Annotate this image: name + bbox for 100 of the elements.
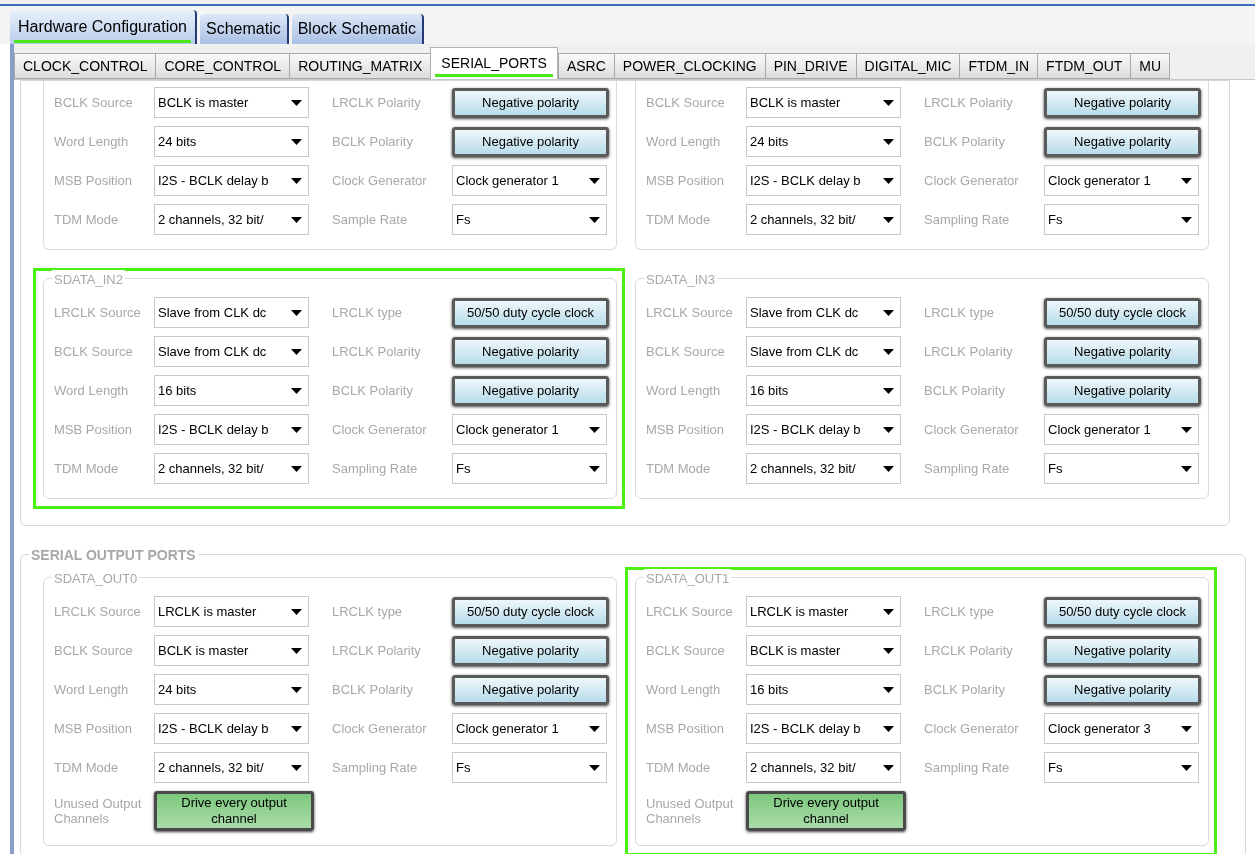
field-label: Clock Generator [924,173,1020,188]
dropdown[interactable]: 16 bits [154,375,309,406]
dropdown[interactable]: Clock generator 1 [452,713,607,744]
tab[interactable]: CLOCK_CONTROL [14,53,157,79]
dropdown[interactable]: Fs [1044,204,1199,235]
drive-button[interactable]: Drive every output channel [746,791,906,831]
dropdown[interactable]: BCLK is master [746,87,901,118]
dropdown[interactable]: Clock generator 1 [1044,165,1199,196]
tab[interactable]: SERIAL_PORTS [430,47,558,79]
toggle-button[interactable]: Negative polarity [452,87,609,118]
toggle-button[interactable]: Negative polarity [452,126,609,157]
dropdown[interactable]: I2S - BCLK delay b [746,414,901,445]
dropdown[interactable]: 2 channels, 32 bit/ [154,752,309,783]
dropdown[interactable]: Clock generator 1 [452,165,607,196]
dropdown[interactable]: I2S - BCLK delay b [746,165,901,196]
caret-icon [589,426,600,433]
dropdown[interactable]: LRCLK is master [154,596,309,627]
tab[interactable]: POWER_CLOCKING [613,53,766,79]
dropdown[interactable]: Fs [1044,752,1199,783]
field-label: Unused Output Channels [646,796,735,826]
field-label: Sampling Rate [924,212,1011,227]
dropdown[interactable]: BCLK is master [746,635,901,666]
dropdown[interactable]: BCLK is master [154,635,309,666]
field-label: BCLK Polarity [332,383,414,398]
toggle-button[interactable]: 50/50 duty cycle clock [452,297,609,328]
toggle-button[interactable]: Negative polarity [1044,635,1201,666]
toggle-button[interactable]: Negative polarity [1044,375,1201,406]
tab[interactable]: ASRC [557,53,615,79]
dropdown[interactable]: I2S - BCLK delay b [154,165,309,196]
field-label: MSB Position [646,721,726,736]
field-label: TDM Mode [646,461,712,476]
dropdown[interactable]: Fs [452,752,607,783]
dropdown[interactable]: Clock generator 3 [1044,713,1199,744]
dropdown[interactable]: 2 channels, 32 bit/ [746,204,901,235]
toggle-button[interactable]: Negative polarity [452,635,609,666]
caret-icon [589,216,600,223]
toggle-button[interactable]: 50/50 duty cycle clock [452,596,609,627]
field-label: BCLK Polarity [332,682,414,697]
dropdown[interactable]: LRCLK is master [746,596,901,627]
field-label: BCLK Source [646,95,726,110]
dropdown[interactable]: I2S - BCLK delay b [746,713,901,744]
dropdown[interactable]: Clock generator 1 [1044,414,1199,445]
dropdown[interactable]: I2S - BCLK delay b [154,713,309,744]
field-label: BCLK Polarity [924,682,1006,697]
toggle-button[interactable]: Negative polarity [1044,674,1201,705]
toggle-button[interactable]: Negative polarity [1044,126,1201,157]
tab[interactable]: ROUTING_MATRIX [289,53,432,79]
toggle-button[interactable]: Negative polarity [452,674,609,705]
dropdown[interactable]: Slave from CLK dc [746,336,901,367]
field-label: BCLK Source [54,95,134,110]
toggle-button[interactable]: Negative polarity [452,375,609,406]
group-title: SDATA_IN2 [52,270,125,290]
field-label: Sampling Rate [332,461,419,476]
dropdown[interactable]: 24 bits [154,674,309,705]
field-label: MSB Position [54,721,134,736]
dropdown[interactable]: BCLK is master [154,87,309,118]
tab[interactable]: Hardware Configuration [10,10,197,44]
toggle-button[interactable]: 50/50 duty cycle clock [1044,297,1201,328]
field-label: LRCLK Source [646,305,734,320]
drive-button[interactable]: Drive every output channel [154,791,314,831]
dropdown[interactable]: Fs [452,204,607,235]
tab[interactable]: Schematic [200,14,289,44]
toggle-button[interactable]: Negative polarity [452,336,609,367]
field-label: LRCLK Source [54,305,142,320]
dropdown[interactable]: 2 channels, 32 bit/ [746,453,901,484]
toggle-button[interactable]: Negative polarity [1044,336,1201,367]
field-label: Clock Generator [332,721,428,736]
field-label: BCLK Polarity [924,134,1006,149]
dropdown[interactable]: 24 bits [154,126,309,157]
dropdown[interactable]: Fs [1044,453,1199,484]
toggle-button[interactable]: 50/50 duty cycle clock [1044,596,1201,627]
dropdown[interactable]: Clock generator 1 [452,414,607,445]
dropdown[interactable]: 16 bits [746,375,901,406]
tab[interactable]: Block Schematic [291,14,424,44]
caret-icon [1181,465,1192,472]
caret-icon [589,725,600,732]
toggle-button[interactable]: Negative polarity [1044,87,1201,118]
field-label: BCLK Source [646,643,726,658]
dropdown[interactable]: I2S - BCLK delay b [154,414,309,445]
dropdown[interactable]: Slave from CLK dc [154,297,309,328]
tab[interactable]: MU [1130,53,1171,79]
caret-icon [291,99,302,106]
dropdown[interactable]: 2 channels, 32 bit/ [154,453,309,484]
tab[interactable]: FTDM_OUT [1037,53,1132,79]
dropdown[interactable]: 16 bits [746,674,901,705]
dropdown[interactable]: 2 channels, 32 bit/ [154,204,309,235]
tab[interactable]: DIGITAL_MIC [855,53,961,79]
caret-icon [291,647,302,654]
dropdown[interactable]: 2 channels, 32 bit/ [746,752,901,783]
caret-icon [883,647,894,654]
field-label: LRCLK type [924,305,996,320]
dropdown[interactable]: Slave from CLK dc [154,336,309,367]
tab[interactable]: PIN_DRIVE [764,53,857,79]
dropdown[interactable]: 24 bits [746,126,901,157]
caret-icon [883,387,894,394]
dropdown[interactable]: Slave from CLK dc [746,297,901,328]
tab[interactable]: FTDM_IN [959,53,1039,79]
tab[interactable]: CORE_CONTROL [155,53,291,79]
field-label: BCLK Source [54,344,134,359]
dropdown[interactable]: Fs [452,453,607,484]
